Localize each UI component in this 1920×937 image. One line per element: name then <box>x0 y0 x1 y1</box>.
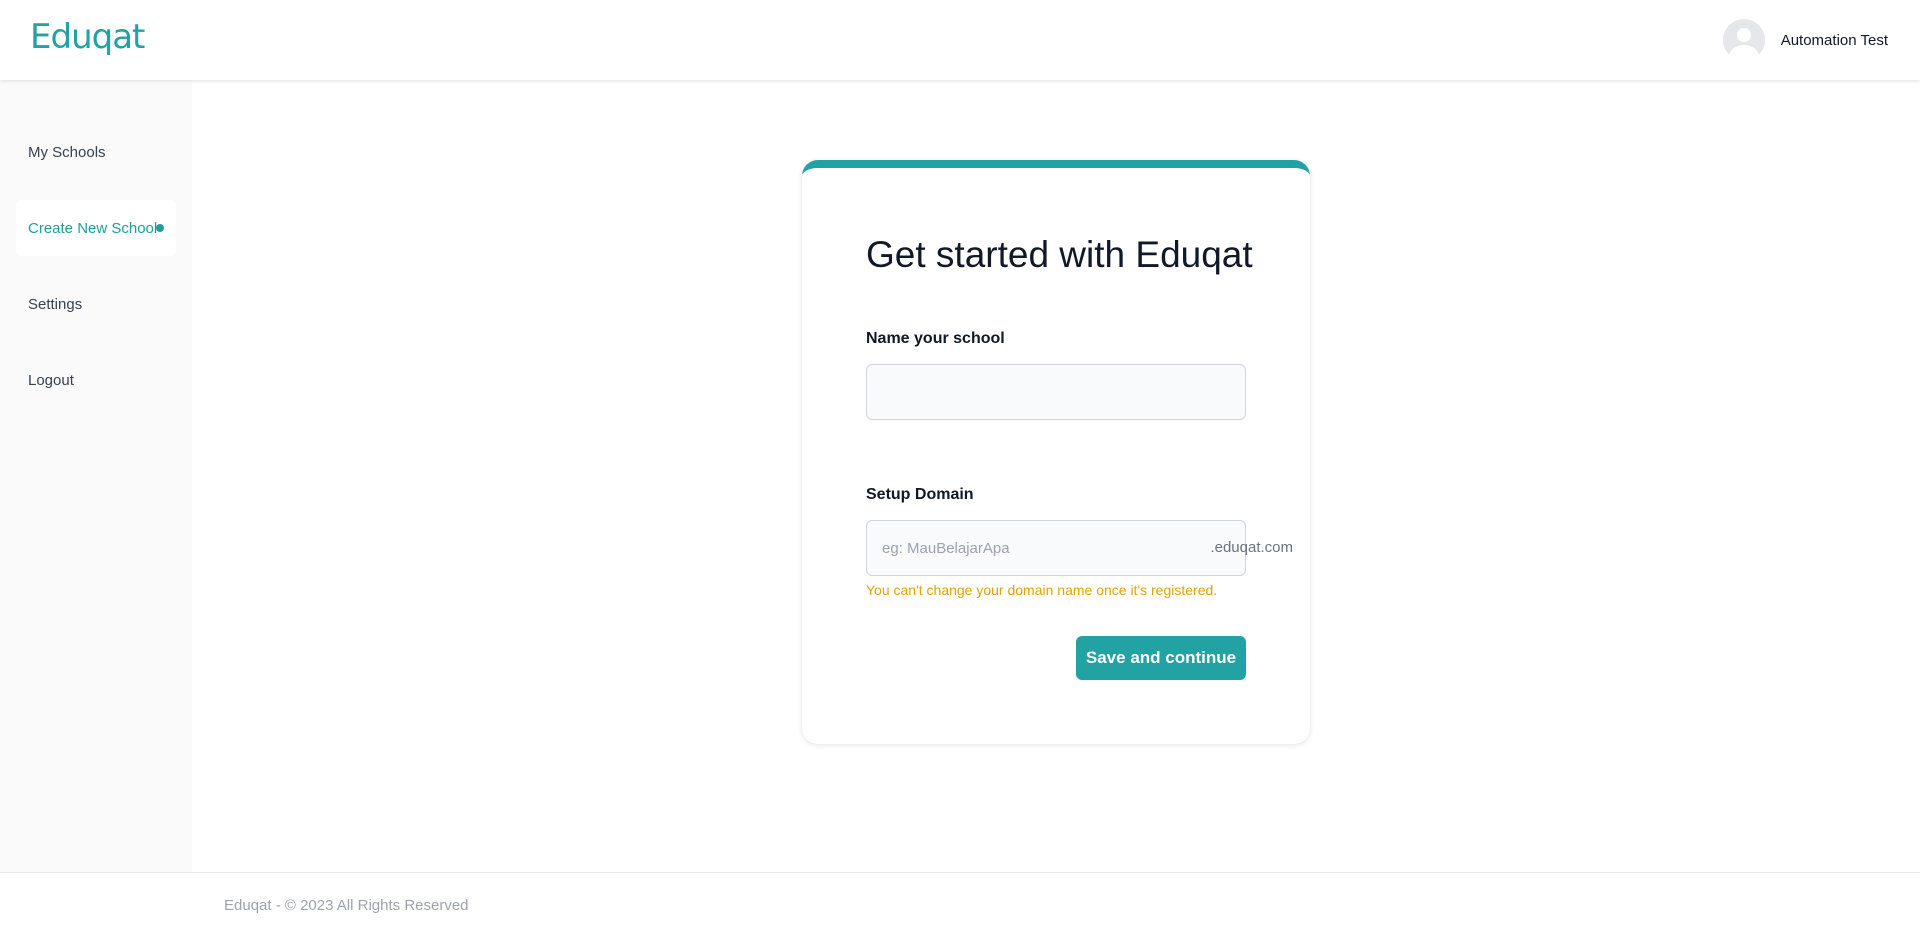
sidebar-item-my-schools[interactable]: My Schools <box>16 124 176 180</box>
sidebar-item-label: Create New School <box>28 219 158 237</box>
user-menu[interactable]: Automation Test <box>1722 19 1888 61</box>
sidebar-item-create-new-school[interactable]: Create New School <box>16 200 176 256</box>
school-name-input[interactable] <box>866 364 1246 420</box>
svg-text:Eduqat: Eduqat <box>30 18 145 57</box>
sidebar-item-logout[interactable]: Logout <box>16 352 176 408</box>
footer-copyright: Eduqat - © 2023 All Rights Reserved <box>224 897 469 914</box>
user-avatar-icon[interactable] <box>1722 19 1765 61</box>
domain-input[interactable] <box>866 520 1246 576</box>
save-and-continue-button[interactable]: Save and continue <box>1076 636 1246 680</box>
domain-suffix: .eduqat.com <box>1210 539 1293 556</box>
create-school-card: Get started with Eduqat Name your school… <box>802 160 1310 744</box>
sidebar-item-settings[interactable]: Settings <box>16 276 176 332</box>
active-indicator-dot <box>156 224 164 232</box>
school-name-label: Name your school <box>866 330 1005 347</box>
domain-warning: You can't change your domain name once i… <box>866 582 1218 598</box>
page-title: Get started with Eduqat <box>866 234 1253 275</box>
footer: Eduqat - © 2023 All Rights Reserved <box>0 872 1920 937</box>
top-bar: Eduqat Automation Test <box>0 0 1920 80</box>
eduqat-logo-icon: Eduqat <box>30 18 146 57</box>
domain-field: .eduqat.com <box>866 520 1293 576</box>
sidebar-item-label: My Schools <box>28 143 106 161</box>
setup-domain-label: Setup Domain <box>866 486 974 503</box>
sidebar: My Schools Create New School Settings Lo… <box>0 80 192 873</box>
sidebar-item-label: Settings <box>28 295 83 313</box>
user-name[interactable]: Automation Test <box>1781 32 1888 49</box>
sidebar-item-label: Logout <box>28 371 74 389</box>
eduqat-logo[interactable]: Eduqat <box>30 18 154 58</box>
